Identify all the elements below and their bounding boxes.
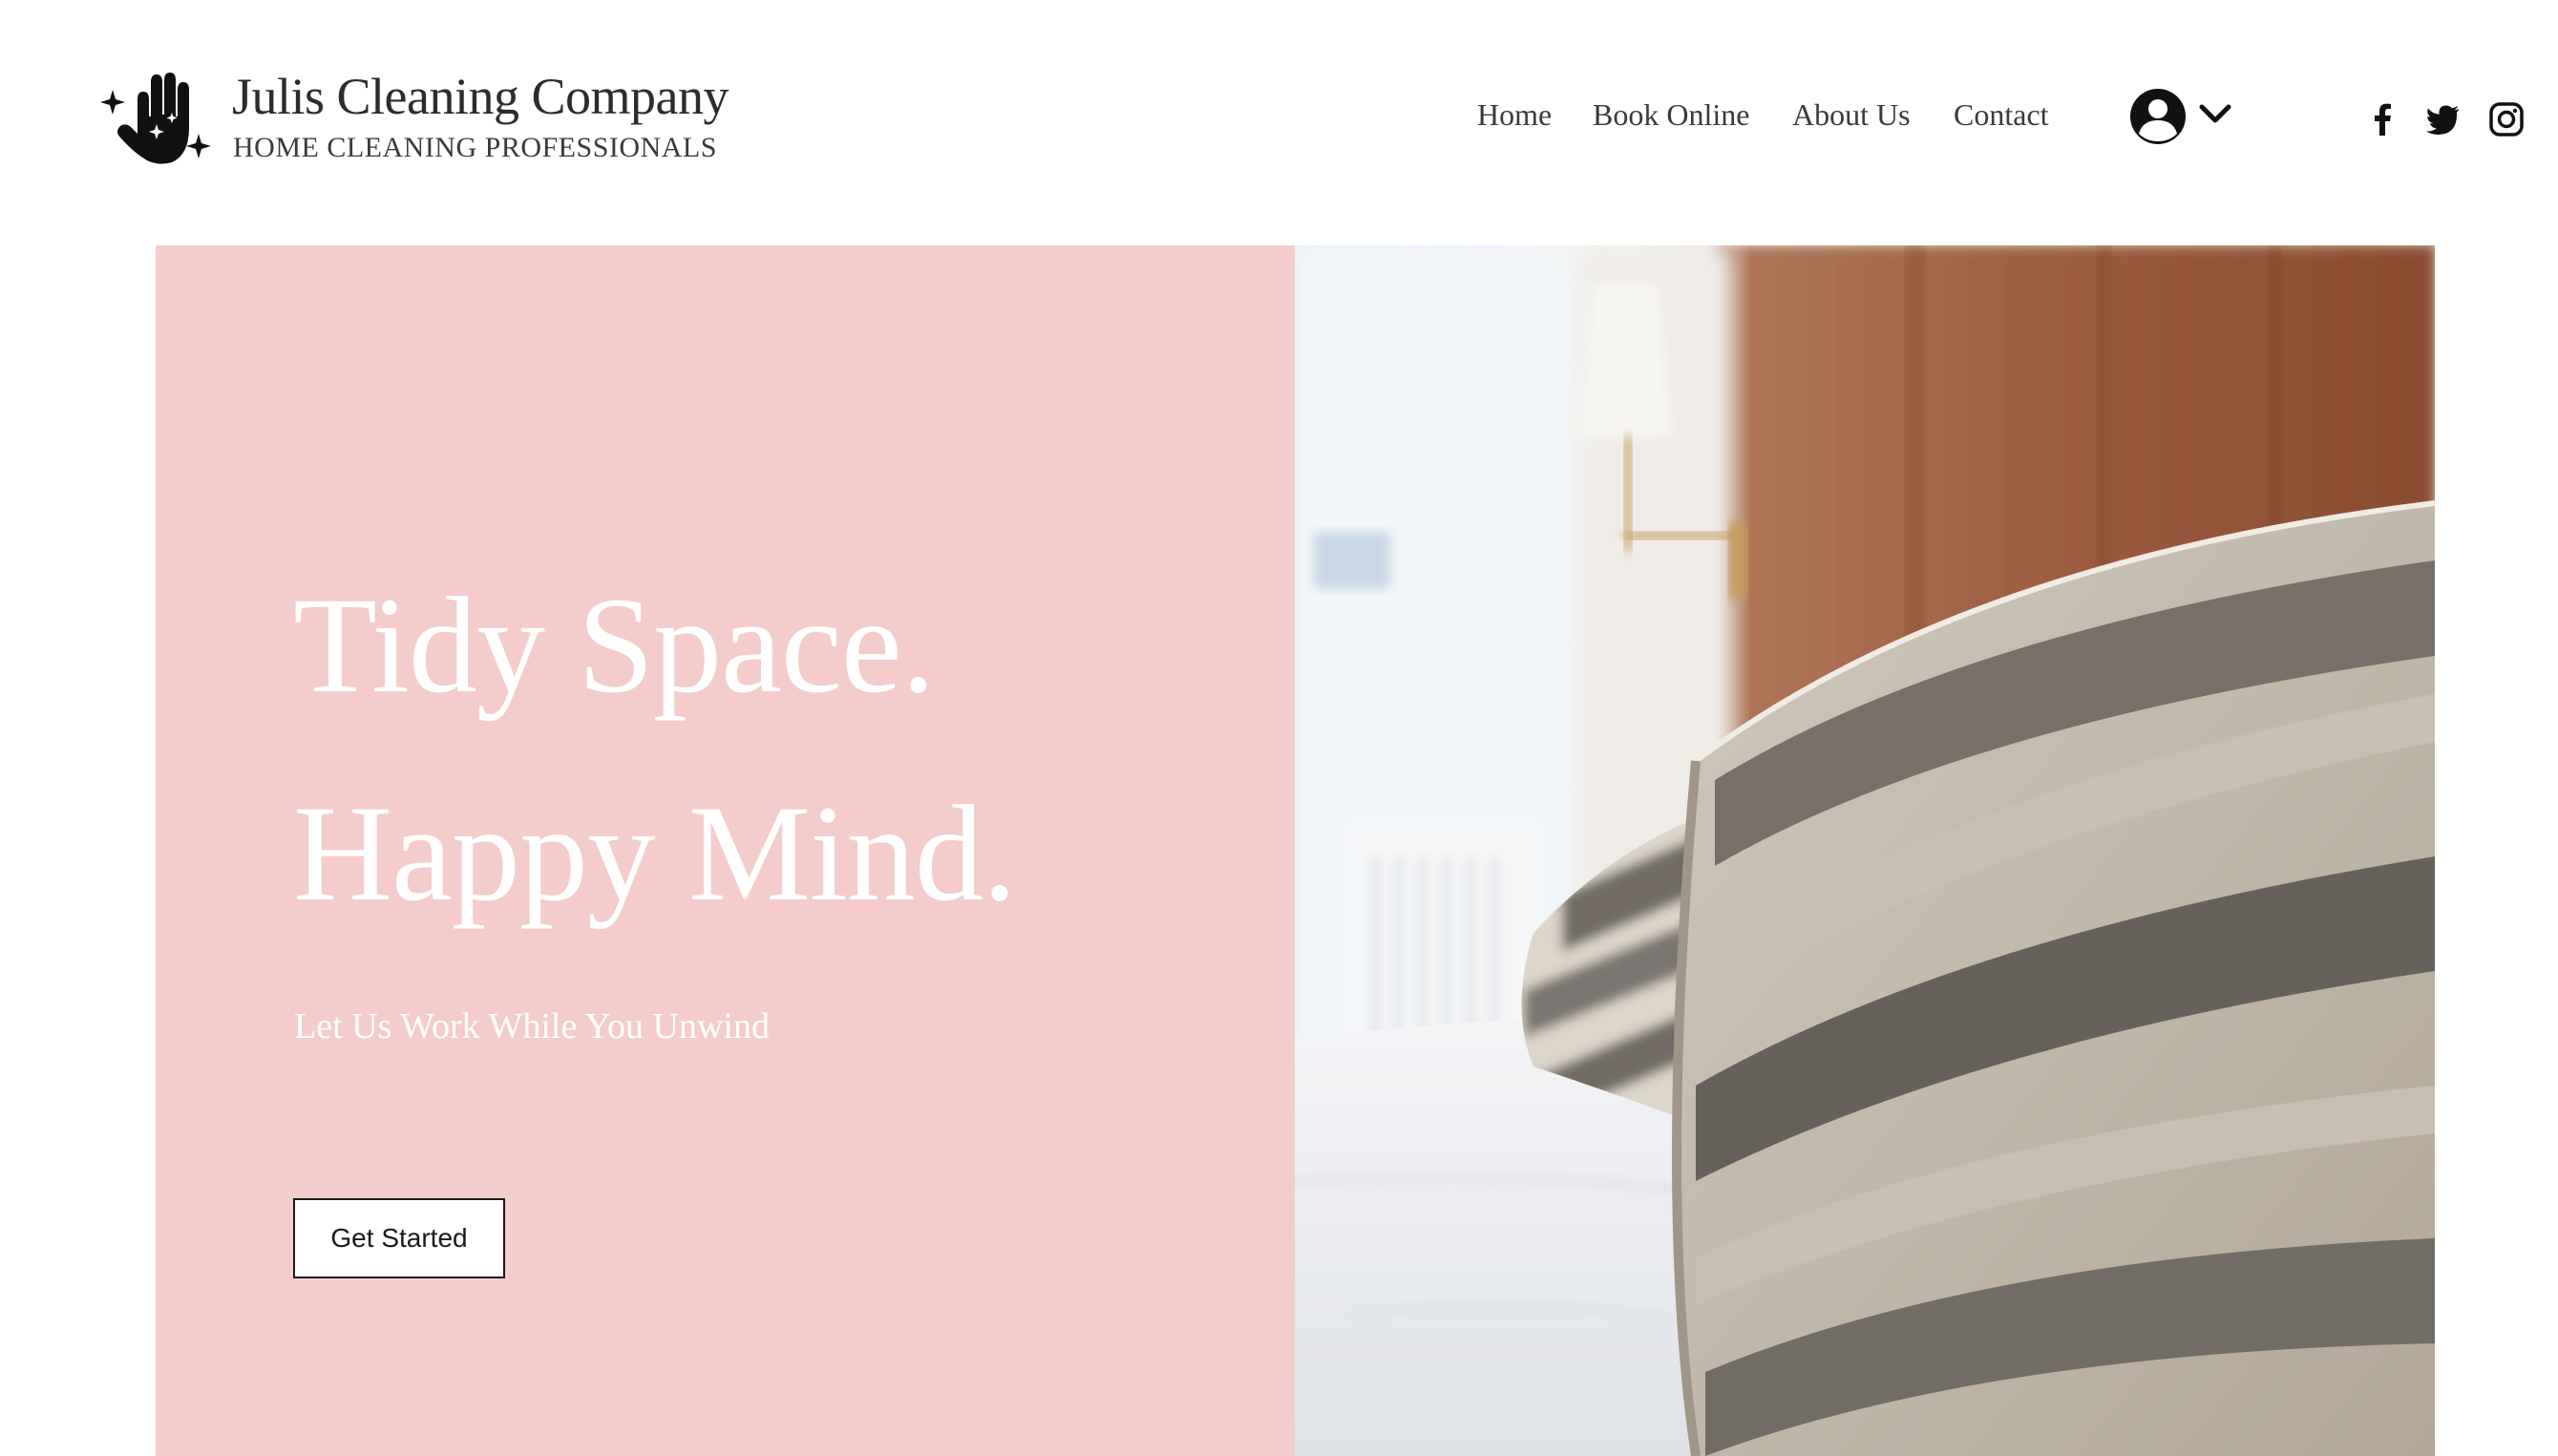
hero-image — [1295, 245, 2435, 1456]
sparkle-hand-icon[interactable] — [99, 71, 214, 166]
brand-tagline: HOME CLEANING PROFESSIONALS — [233, 132, 717, 163]
brand-name[interactable]: Julis Cleaning Company — [232, 67, 729, 126]
nav-contact[interactable]: Contact — [1954, 97, 2049, 133]
hero-subtitle: Let Us Work While You Unwind — [294, 1006, 770, 1046]
account-menu[interactable] — [2127, 86, 2242, 147]
hero-title-line-2: Happy Mind. — [293, 778, 1017, 930]
hero-panel: Tidy Space. Happy Mind. Let Us Work Whil… — [156, 245, 1295, 1456]
instagram-icon[interactable] — [2488, 101, 2525, 137]
twitter-icon[interactable] — [2425, 101, 2462, 137]
nav-home[interactable]: Home — [1477, 97, 1552, 133]
get-started-button[interactable]: Get Started — [293, 1198, 505, 1278]
user-avatar-icon — [2130, 89, 2186, 144]
facebook-icon[interactable] — [2365, 101, 2401, 137]
chevron-down-icon — [2199, 104, 2231, 123]
nav-about-us[interactable]: About Us — [1792, 97, 1911, 133]
nav-book-online[interactable]: Book Online — [1593, 97, 1749, 133]
hero-title-line-1: Tidy Space. — [293, 570, 936, 722]
site-header: Julis Cleaning Company HOME CLEANING PRO… — [0, 0, 2558, 229]
